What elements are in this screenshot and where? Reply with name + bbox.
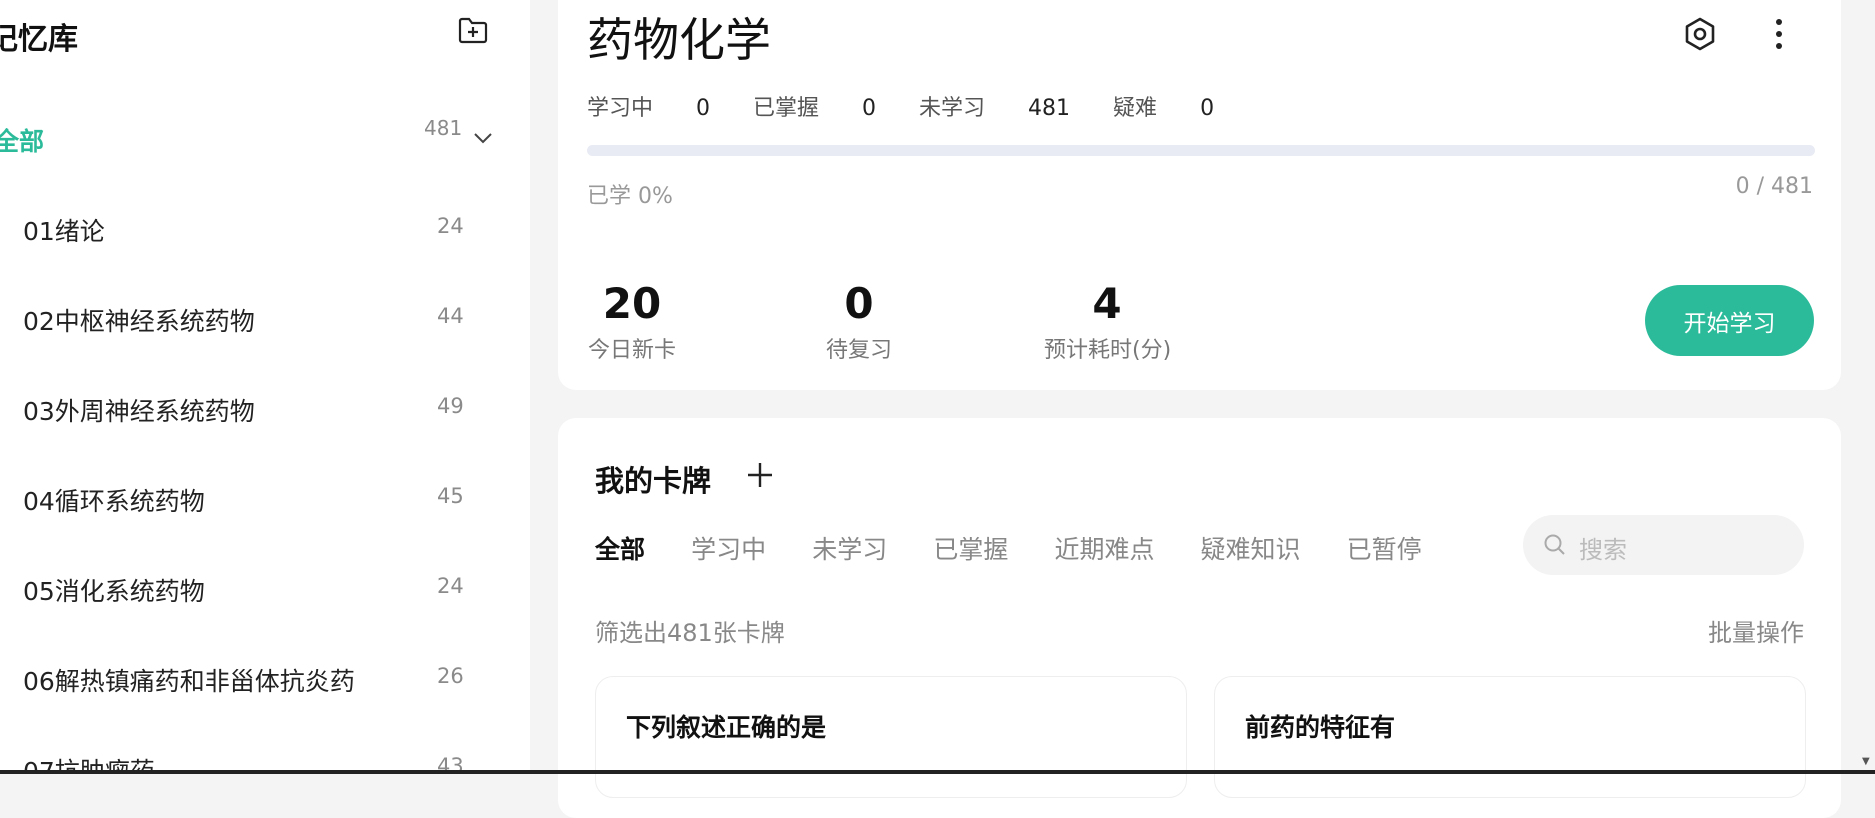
search-input[interactable]: 搜索 xyxy=(1523,515,1804,575)
stat-value: 4 xyxy=(1092,279,1122,328)
tab-learning[interactable]: 学习中 xyxy=(691,530,766,566)
status-value: 0 xyxy=(862,96,877,121)
folder-add-icon[interactable] xyxy=(457,14,489,46)
sidebar: 记忆库 全部 481 01绪论 24 02中枢神经系统药物 44 03外周神经系… xyxy=(0,0,530,774)
cards-title: 我的卡牌 xyxy=(595,464,712,498)
sidebar-item-count: 26 xyxy=(437,664,464,688)
sidebar-all-count: 481 xyxy=(424,116,463,140)
status-unlearned: 未学习 481 xyxy=(919,96,1070,121)
status-learning: 学习中 0 xyxy=(587,96,710,121)
stat-review: 0 待复习 xyxy=(826,278,892,364)
sidebar-item[interactable]: 01绪论 24 xyxy=(23,212,473,252)
sidebar-item-label: 03外周神经系统药物 xyxy=(23,397,255,426)
sidebar-item-count: 45 xyxy=(437,484,464,508)
status-difficult: 疑难 0 xyxy=(1113,96,1214,121)
sidebar-item-label: 01绪论 xyxy=(23,217,105,246)
sidebar-title: 记忆库 xyxy=(0,22,78,57)
tab-all[interactable]: 全部 xyxy=(595,530,645,566)
plus-icon[interactable] xyxy=(745,460,775,490)
learned-percent: 已学 0% xyxy=(587,184,673,209)
card-question: 下列叙述正确的是 xyxy=(626,713,827,742)
stat-new-cards: 20 今日新卡 xyxy=(587,278,677,364)
stat-value: 20 xyxy=(602,279,662,328)
start-study-button[interactable]: 开始学习 xyxy=(1645,285,1814,356)
tab-difficult-knowledge[interactable]: 疑难知识 xyxy=(1201,530,1301,566)
sidebar-item[interactable]: 03外周神经系统药物 49 xyxy=(23,392,473,432)
status-value: 0 xyxy=(1200,96,1215,121)
batch-operation-link[interactable]: 批量操作 xyxy=(1708,613,1804,648)
sidebar-item-label: 06解热镇痛药和非甾体抗炎药 xyxy=(23,667,355,696)
sidebar-item-label: 02中枢神经系统药物 xyxy=(23,307,255,336)
status-value: 0 xyxy=(696,96,711,121)
tab-recent-difficult[interactable]: 近期难点 xyxy=(1054,530,1154,566)
status-label: 未学习 xyxy=(919,96,986,121)
status-summary: 学习中 0 已掌握 0 未学习 481 疑难 0 xyxy=(587,90,1250,122)
card-item[interactable]: 下列叙述正确的是 xyxy=(595,676,1187,798)
sidebar-item-count: 44 xyxy=(437,304,464,328)
tab-mastered[interactable]: 已掌握 xyxy=(933,530,1008,566)
search-placeholder: 搜索 xyxy=(1579,536,1627,564)
stat-label: 待复习 xyxy=(826,338,893,363)
status-mastered: 已掌握 0 xyxy=(753,96,876,121)
sidebar-item-count: 24 xyxy=(437,214,464,238)
sidebar-item[interactable]: 04循环系统药物 45 xyxy=(23,482,473,522)
status-label: 疑难 xyxy=(1113,96,1158,121)
scroll-down-arrow-icon[interactable]: ▼ xyxy=(1862,756,1870,767)
card-filter-tabs: 全部 学习中 未学习 已掌握 近期难点 疑难知识 已暂停 xyxy=(595,530,1463,566)
sidebar-item-all[interactable]: 全部 xyxy=(0,122,44,158)
stat-label: 预计耗时(分) xyxy=(1044,338,1172,363)
eye-settings-icon[interactable] xyxy=(1682,16,1718,52)
status-value: 481 xyxy=(1028,96,1071,121)
stat-estimate: 4 预计耗时(分) xyxy=(1044,278,1172,364)
progress-bar xyxy=(587,145,1815,156)
sidebar-item-label: 04循环系统药物 xyxy=(23,487,205,516)
page-title: 药物化学 xyxy=(587,13,771,67)
sidebar-item[interactable]: 05消化系统药物 24 xyxy=(23,572,473,612)
stat-label: 今日新卡 xyxy=(587,338,676,363)
sidebar-item[interactable]: 02中枢神经系统药物 44 xyxy=(23,302,473,342)
status-label: 已掌握 xyxy=(753,96,820,121)
more-vertical-icon[interactable] xyxy=(1766,16,1792,52)
stat-value: 0 xyxy=(844,279,874,328)
learned-ratio: 0 / 481 xyxy=(1735,174,1813,199)
sidebar-item[interactable]: 06解热镇痛药和非甾体抗炎药 26 xyxy=(23,662,473,702)
chevron-down-icon[interactable] xyxy=(472,126,494,148)
filter-count: 筛选出481张卡牌 xyxy=(595,619,785,647)
status-label: 学习中 xyxy=(587,96,654,121)
sidebar-item-label: 05消化系统药物 xyxy=(23,577,205,606)
tab-paused[interactable]: 已暂停 xyxy=(1347,530,1422,566)
search-icon xyxy=(1544,534,1565,555)
window-bottom-border xyxy=(0,770,1875,774)
tab-unlearned[interactable]: 未学习 xyxy=(812,530,887,566)
card-item[interactable]: 前药的特征有 xyxy=(1214,676,1806,798)
sidebar-item-count: 24 xyxy=(437,574,464,598)
sidebar-item-count: 49 xyxy=(437,394,464,418)
card-question: 前药的特征有 xyxy=(1245,713,1396,742)
